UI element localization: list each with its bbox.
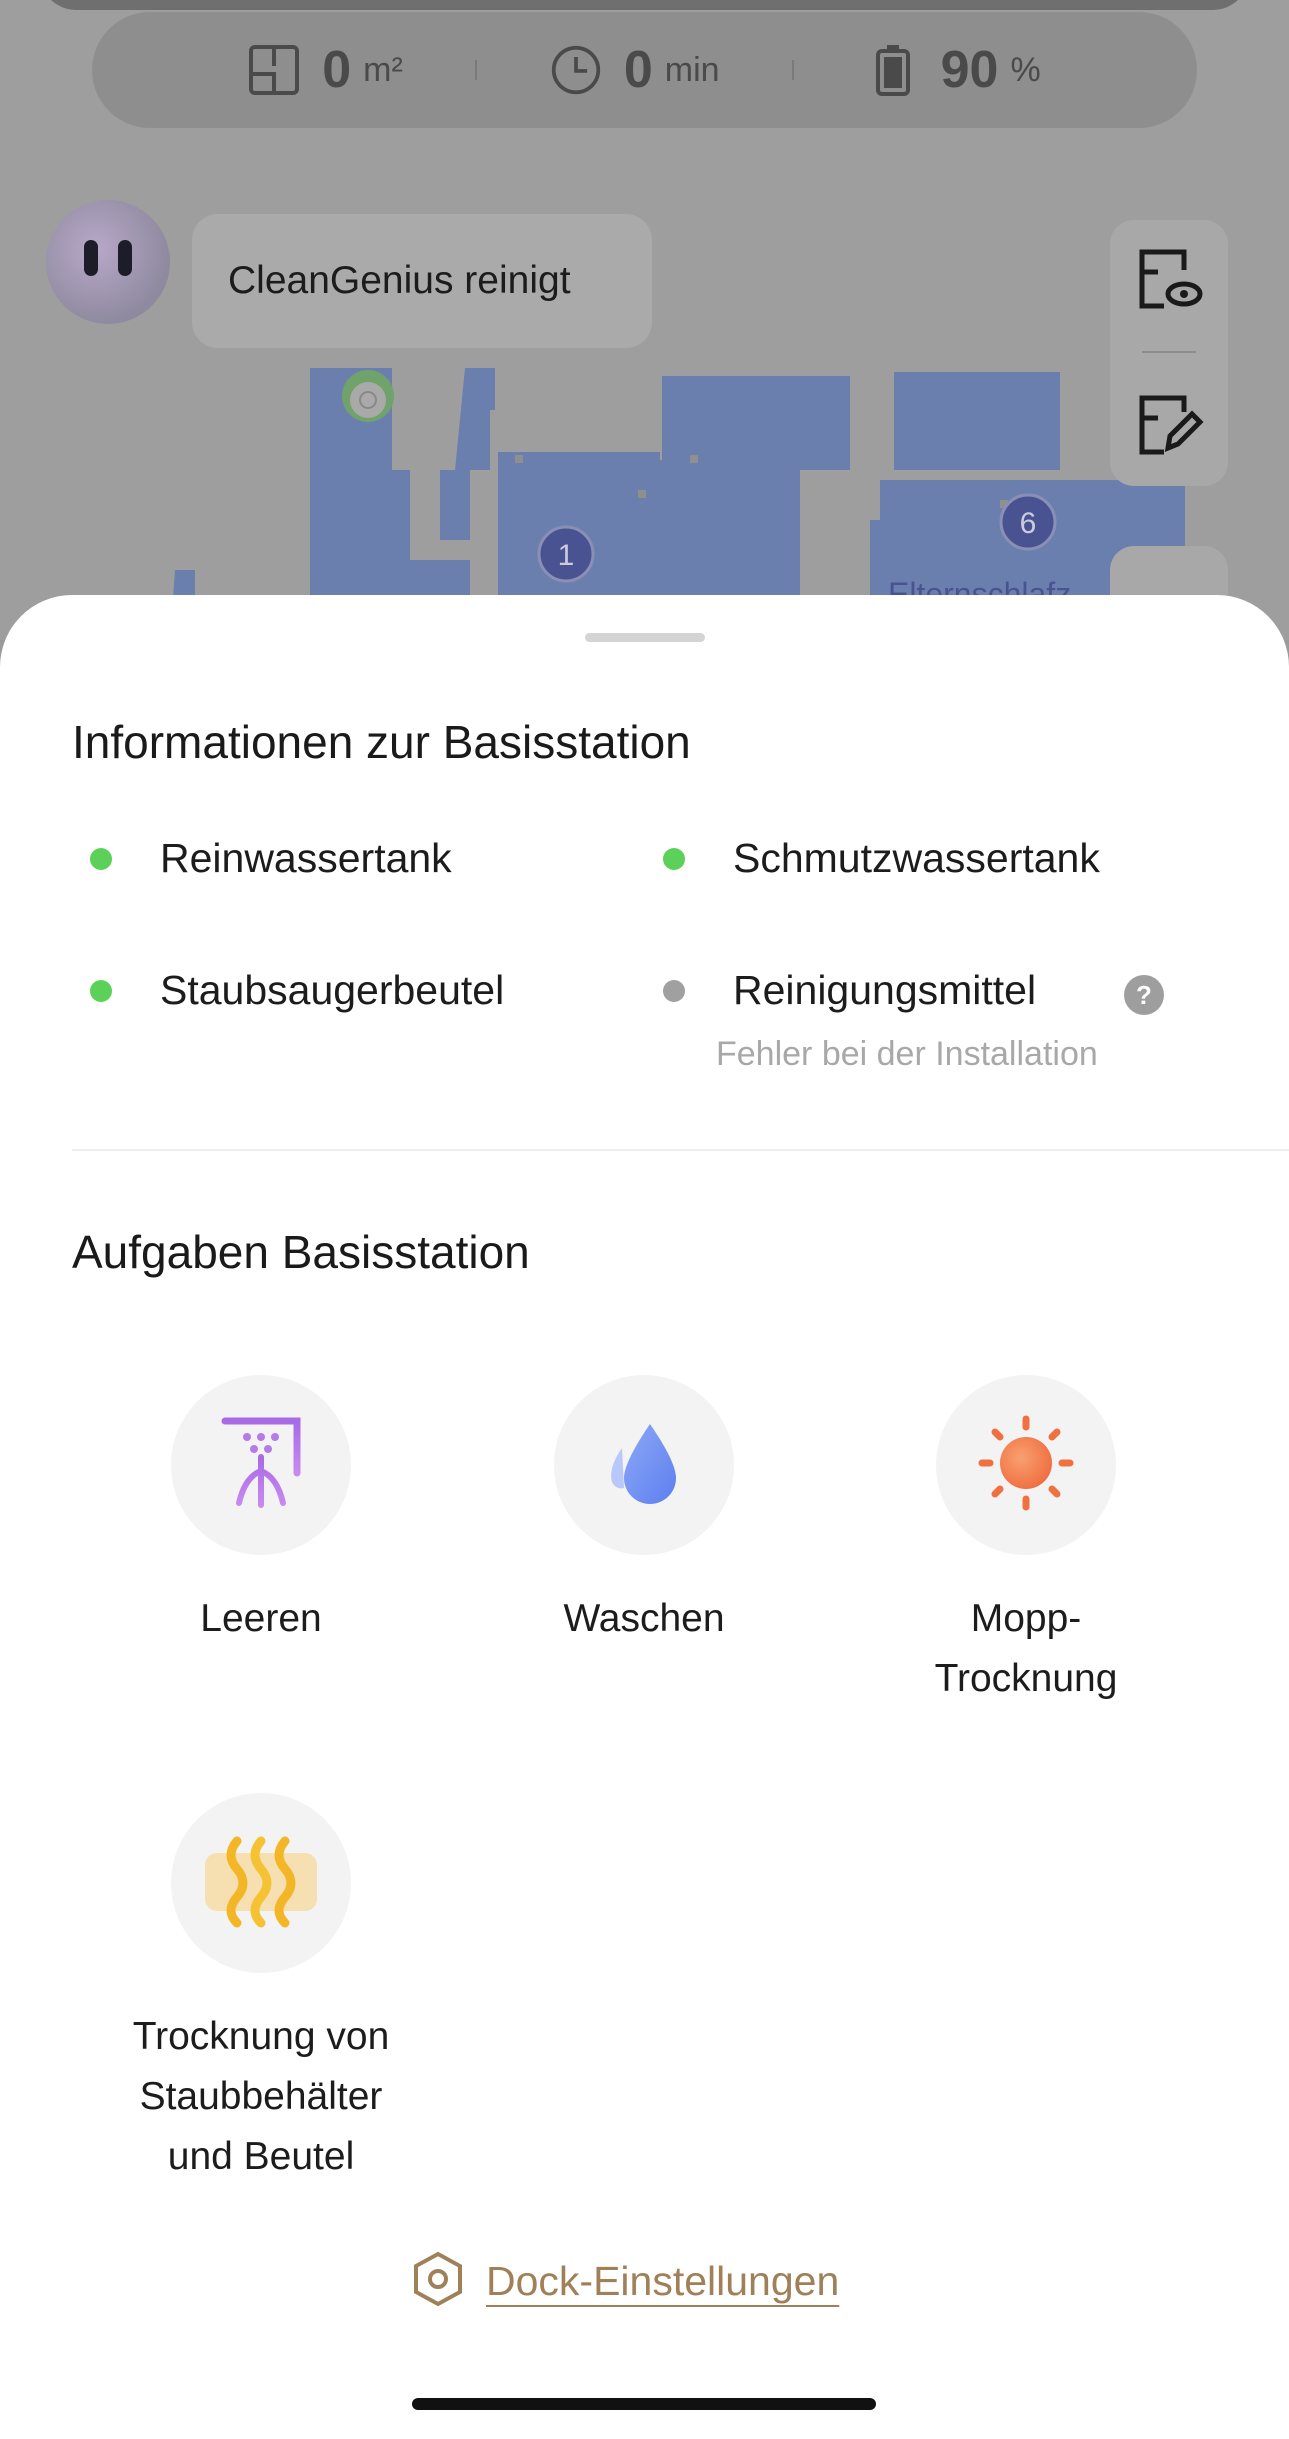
help-icon[interactable]: ?: [1124, 975, 1164, 1015]
home-indicator[interactable]: [412, 2398, 876, 2410]
status-label: Staubsaugerbeutel: [160, 967, 505, 1013]
task-staubbehaelter-trocknung-button[interactable]: Trocknung von Staubbehälter und Beutel: [96, 1793, 426, 2187]
section-divider: [72, 1149, 1289, 1151]
status-dot: [90, 979, 112, 1002]
cleangenius-status-bubble: CleanGenius reinigt: [192, 214, 652, 348]
room-badge-label: 1: [558, 539, 575, 572]
map-edit-icon[interactable]: [1130, 386, 1208, 464]
status-staubsaugerbeutel: Staubsaugerbeutel: [90, 967, 504, 1014]
status-label: Reinwassertank: [160, 835, 452, 881]
status-reinwassertank: Reinwassertank: [90, 835, 452, 882]
task-label: Trocknung von Staubbehälter und Beutel: [132, 2015, 390, 2178]
empty-bin-icon: [219, 1415, 303, 1516]
water-drop-icon: [602, 1418, 686, 1513]
tools-divider: [1142, 351, 1196, 353]
status-dot: [663, 847, 685, 870]
status-label: Reinigungsmittel: [733, 967, 1037, 1013]
room-badge-1[interactable]: 1: [537, 525, 595, 583]
base-station-sheet: Informationen zur Basisstation Reinwasse…: [0, 595, 1289, 2439]
task-icon-circle: [936, 1375, 1116, 1555]
status-label: Schmutzwassertank: [733, 835, 1100, 881]
dock-settings-label: Dock-Einstellungen: [486, 2258, 840, 2304]
task-icon-circle: [554, 1375, 734, 1555]
heat-waves-icon: [201, 1831, 321, 1936]
task-label: Leeren: [200, 1597, 322, 1640]
status-schmutzwassertank: Schmutzwassertank: [663, 835, 1100, 882]
task-label: Waschen: [563, 1597, 725, 1640]
room-badge-label: 6: [1020, 507, 1037, 540]
task-icon-circle: [171, 1793, 351, 1973]
task-waschen-button[interactable]: Waschen: [479, 1375, 809, 1649]
sheet-drag-handle[interactable]: [585, 633, 705, 642]
room-badge-6[interactable]: 6: [999, 493, 1057, 551]
map-background: 0 m² 0 min 90 % 1 6 Elternschlafz CleanG…: [0, 0, 1289, 640]
status-dot: [90, 847, 112, 870]
map-tools-panel: [1110, 220, 1228, 486]
hexagon-settings-icon: [412, 2251, 464, 2312]
task-label: Mopp- Trocknung: [934, 1597, 1118, 1700]
task-leeren-button[interactable]: Leeren: [96, 1375, 426, 1649]
sun-icon: [976, 1413, 1076, 1518]
status-dot: [663, 979, 685, 1002]
cleangenius-avatar[interactable]: [46, 200, 170, 324]
reinigungsmittel-error: Fehler bei der Installation: [716, 1035, 1098, 1073]
task-icon-circle: [171, 1375, 351, 1555]
task-mopp-trocknung-button[interactable]: Mopp- Trocknung: [861, 1375, 1191, 1709]
station-info-title: Informationen zur Basisstation: [72, 716, 691, 768]
tasks-title: Aufgaben Basisstation: [72, 1226, 530, 1278]
status-reinigungsmittel: Reinigungsmittel: [663, 967, 1036, 1014]
dock-settings-link[interactable]: Dock-Einstellungen: [412, 2251, 839, 2312]
map-view-icon[interactable]: [1130, 240, 1208, 318]
